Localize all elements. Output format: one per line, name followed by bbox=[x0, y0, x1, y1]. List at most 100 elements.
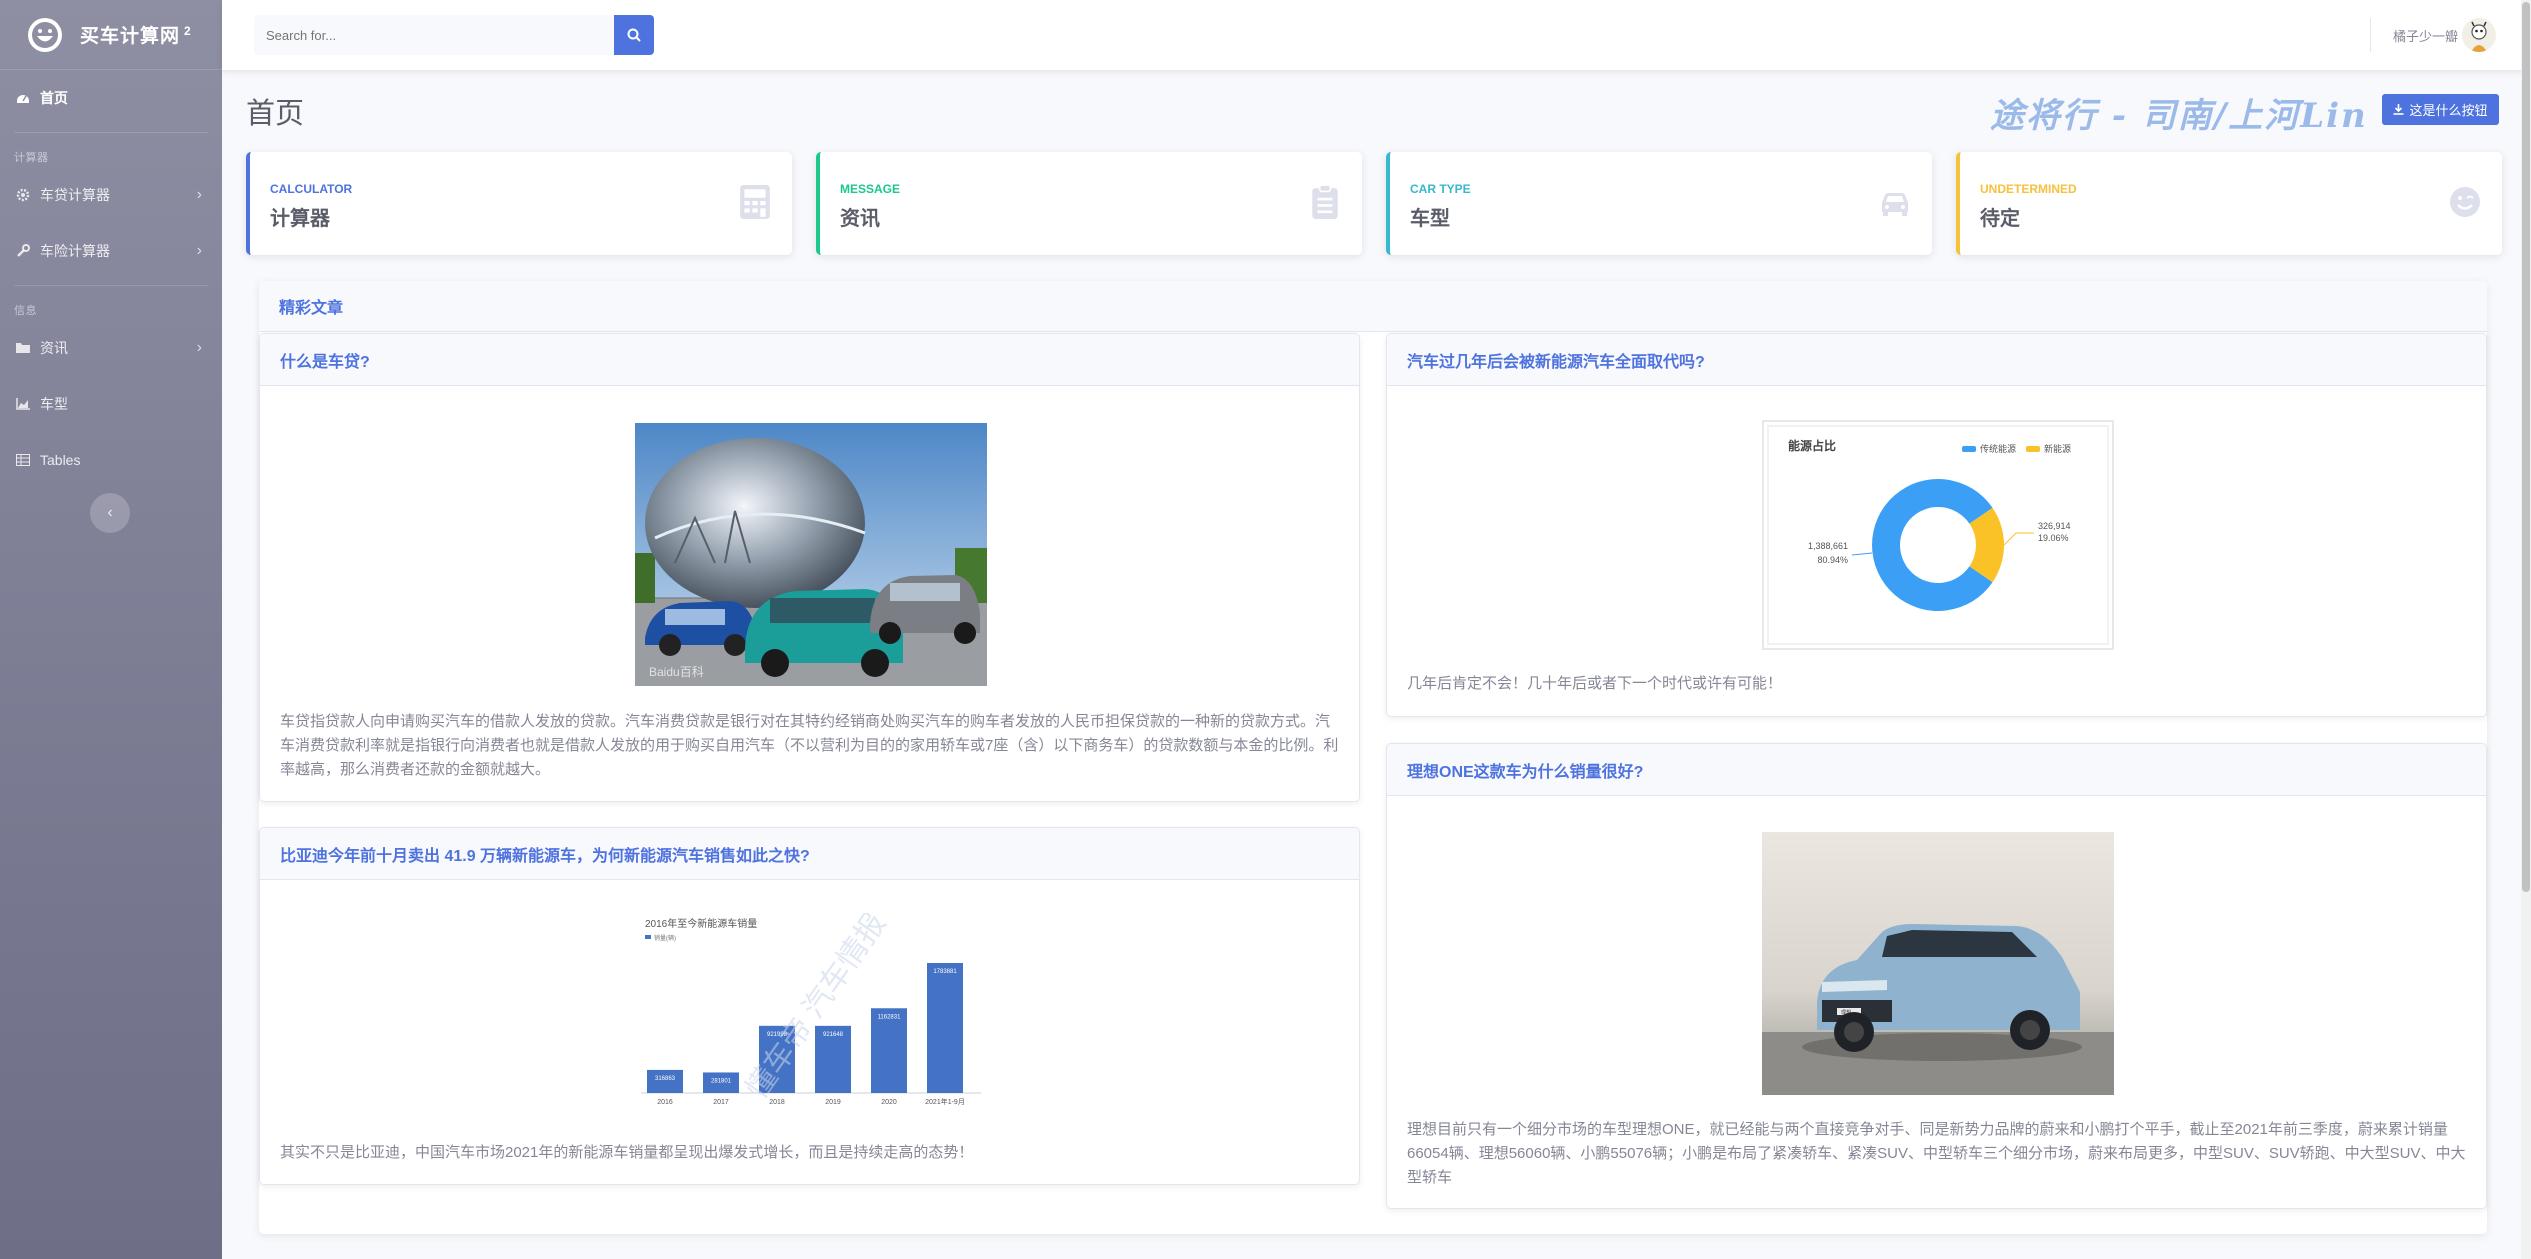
chevron-right-icon: › bbox=[196, 242, 202, 259]
articles-panel-title: 精彩文章 bbox=[259, 281, 2487, 332]
sidebar-item-tables[interactable]: Tables bbox=[0, 432, 222, 488]
stat-card-message[interactable]: MESSAGE 资讯 bbox=[816, 152, 1362, 255]
avatar[interactable] bbox=[2462, 18, 2496, 52]
download-icon bbox=[2393, 104, 2404, 115]
search-form bbox=[254, 15, 658, 55]
bar-value-label: 281801 bbox=[711, 1078, 732, 1084]
scrollbar-thumb[interactable] bbox=[2522, 2, 2530, 892]
article-title[interactable]: 汽车过几年后会被新能源汽车全面取代吗? bbox=[1387, 334, 2486, 386]
legend-label: 新能源 bbox=[2044, 443, 2071, 454]
slice-value-label: 326,914 bbox=[2038, 521, 2071, 531]
sidebar-item-label: 车险计算器 bbox=[40, 243, 110, 259]
article-text: 其实不只是比亚迪，中国汽车市场2021年的新能源车销量都呈现出爆发式增长，而且是… bbox=[280, 1144, 974, 1161]
legend-swatch bbox=[645, 935, 651, 939]
byd-bar-chart: 2016年至今新能源车销量 销量(辆) 316863 2016 281801 2017… bbox=[635, 913, 987, 1113]
stat-value: 车型 bbox=[1410, 208, 1450, 230]
laugh-icon bbox=[28, 17, 62, 52]
user-name[interactable]: 橘子少一瓣 bbox=[2393, 26, 2458, 45]
legend-swatch bbox=[2026, 446, 2040, 452]
chart-title: 能源占比 bbox=[1788, 438, 1836, 453]
sidebar-item-loan-calc[interactable]: 车贷计算器 › bbox=[0, 167, 222, 223]
chart-area-icon bbox=[16, 397, 30, 411]
x-tick-label: 2019 bbox=[825, 1099, 841, 1106]
image-watermark: Baidu百科 bbox=[649, 665, 704, 679]
table-icon bbox=[16, 453, 30, 467]
car-icon bbox=[1882, 193, 1908, 216]
bar-value-label: 1162831 bbox=[878, 1014, 902, 1020]
sidebar-heading-info: 信息 bbox=[14, 305, 37, 317]
sidebar-item-car-models[interactable]: 车型 bbox=[0, 376, 222, 432]
sidebar-item-home[interactable]: 首页 bbox=[0, 70, 222, 126]
banner-text: 途将行 - 司南/上河Lin bbox=[1990, 96, 2368, 136]
topbar: 橘子少一瓣 bbox=[222, 0, 2531, 70]
bar-value-label: 921648 bbox=[823, 1032, 844, 1038]
article-card-ev: 汽车过几年后会被新能源汽车全面取代吗? 能源占比 传统能源 新能源 326,91… bbox=[1386, 333, 2487, 717]
article-card-lixiang: 理想ONE这款车为什么销量很好? 理想 理想目前只有一个细分市场的车型理想ONE… bbox=[1386, 743, 2487, 1209]
search-icon bbox=[627, 28, 641, 42]
stat-card-undetermined[interactable]: UNDETERMINED 待定 bbox=[1956, 152, 2502, 255]
slice-percent-label: 80.94% bbox=[1817, 555, 1848, 565]
sidebar-item-insurance-calc[interactable]: 车险计算器 › bbox=[0, 223, 222, 279]
sidebar-item-label: 车贷计算器 bbox=[40, 187, 110, 203]
dashboard-icon bbox=[16, 91, 30, 105]
bar bbox=[871, 1008, 907, 1093]
what-is-this-button[interactable]: 这是什么按钮 bbox=[2382, 94, 2499, 125]
stat-card-car-type[interactable]: CAR TYPE 车型 bbox=[1386, 152, 1932, 255]
sidebar-toggle-button[interactable]: ‹ bbox=[90, 493, 130, 533]
x-tick-label: 2016 bbox=[657, 1099, 673, 1106]
topbar-divider bbox=[2370, 18, 2371, 52]
page-title: 首页 bbox=[246, 98, 305, 130]
article-text: 车贷指贷款人向申请购买汽车的借款人发放的贷款。汽车消费贷款是银行对在其特约经销商… bbox=[280, 713, 1339, 778]
bar bbox=[927, 963, 963, 1093]
wrench-icon bbox=[16, 244, 30, 258]
stat-value: 待定 bbox=[1980, 208, 2020, 230]
stat-card-calculator[interactable]: CALCULATOR 计算器 bbox=[246, 152, 792, 255]
sidebar-item-label: 首页 bbox=[40, 90, 68, 106]
clipboard-icon bbox=[1312, 184, 1338, 219]
sidebar-divider bbox=[14, 285, 208, 286]
legend-label: 传统能源 bbox=[1980, 443, 2016, 454]
chevron-right-icon: › bbox=[196, 186, 202, 203]
bar-value-label: 316863 bbox=[655, 1076, 676, 1082]
x-tick-label: 2021年1-9月 bbox=[925, 1097, 965, 1106]
page-scrollbar[interactable] bbox=[2521, 0, 2531, 1259]
lixiang-car-image: 理想 bbox=[1762, 832, 2114, 1095]
car-loan-image: Baidu百科 bbox=[635, 423, 987, 686]
x-tick-label: 2017 bbox=[713, 1099, 729, 1106]
slice-value-label: 1,388,661 bbox=[1808, 541, 1848, 551]
article-title[interactable]: 理想ONE这款车为什么销量很好? bbox=[1387, 744, 2486, 796]
legend-label: 销量(辆) bbox=[654, 934, 676, 942]
chevron-left-icon: ‹ bbox=[107, 504, 113, 521]
brand-title: 买车计算网 2 bbox=[80, 23, 192, 47]
sidebar-divider bbox=[14, 132, 208, 133]
stat-label: UNDETERMINED bbox=[1980, 182, 2077, 196]
sidebar-item-label: 车型 bbox=[40, 396, 68, 412]
gear-icon bbox=[16, 188, 30, 202]
x-tick-label: 2018 bbox=[769, 1099, 785, 1106]
stat-value: 计算器 bbox=[270, 208, 330, 230]
bar-value-label: 1783881 bbox=[933, 969, 957, 975]
article-text: 理想目前只有一个细分市场的车型理想ONE，就已经能与两个直接竞争对手、同是新势力… bbox=[1407, 1121, 2466, 1186]
smile-wink-icon bbox=[2450, 187, 2480, 217]
chevron-right-icon: › bbox=[196, 339, 202, 356]
folder-icon bbox=[16, 341, 30, 355]
sidebar: 买车计算网 2 首页 计算器 车贷计算器 › 车险计算器 › 信息 资讯 › 车… bbox=[0, 0, 222, 1259]
x-tick-label: 2020 bbox=[881, 1099, 897, 1106]
article-card-byd: 比亚迪今年前十月卖出 41.9 万辆新能源车，为何新能源汽车销售如此之快? 20… bbox=[259, 827, 1360, 1185]
stat-label: MESSAGE bbox=[840, 182, 901, 196]
sidebar-item-label: 资讯 bbox=[40, 340, 68, 356]
slice-percent-label: 19.06% bbox=[2038, 533, 2069, 543]
calculator-icon bbox=[740, 185, 770, 219]
sidebar-heading-calc: 计算器 bbox=[14, 152, 49, 164]
search-button[interactable] bbox=[614, 15, 654, 55]
article-text: 几年后肯定不会！几十年后或者下一个时代或许有可能！ bbox=[1407, 675, 1783, 692]
sidebar-item-news[interactable]: 资讯 › bbox=[0, 320, 222, 376]
stat-label: CALCULATOR bbox=[270, 182, 353, 196]
article-title[interactable]: 比亚迪今年前十月卖出 41.9 万辆新能源车，为何新能源汽车销售如此之快? bbox=[260, 828, 1359, 880]
stat-value: 资讯 bbox=[840, 208, 880, 230]
article-title[interactable]: 什么是车贷? bbox=[260, 334, 1359, 386]
legend-swatch bbox=[1962, 446, 1976, 452]
search-input[interactable] bbox=[254, 15, 614, 55]
what-is-this-label: 这是什么按钮 bbox=[2409, 103, 2488, 118]
brand[interactable]: 买车计算网 2 bbox=[0, 0, 222, 70]
